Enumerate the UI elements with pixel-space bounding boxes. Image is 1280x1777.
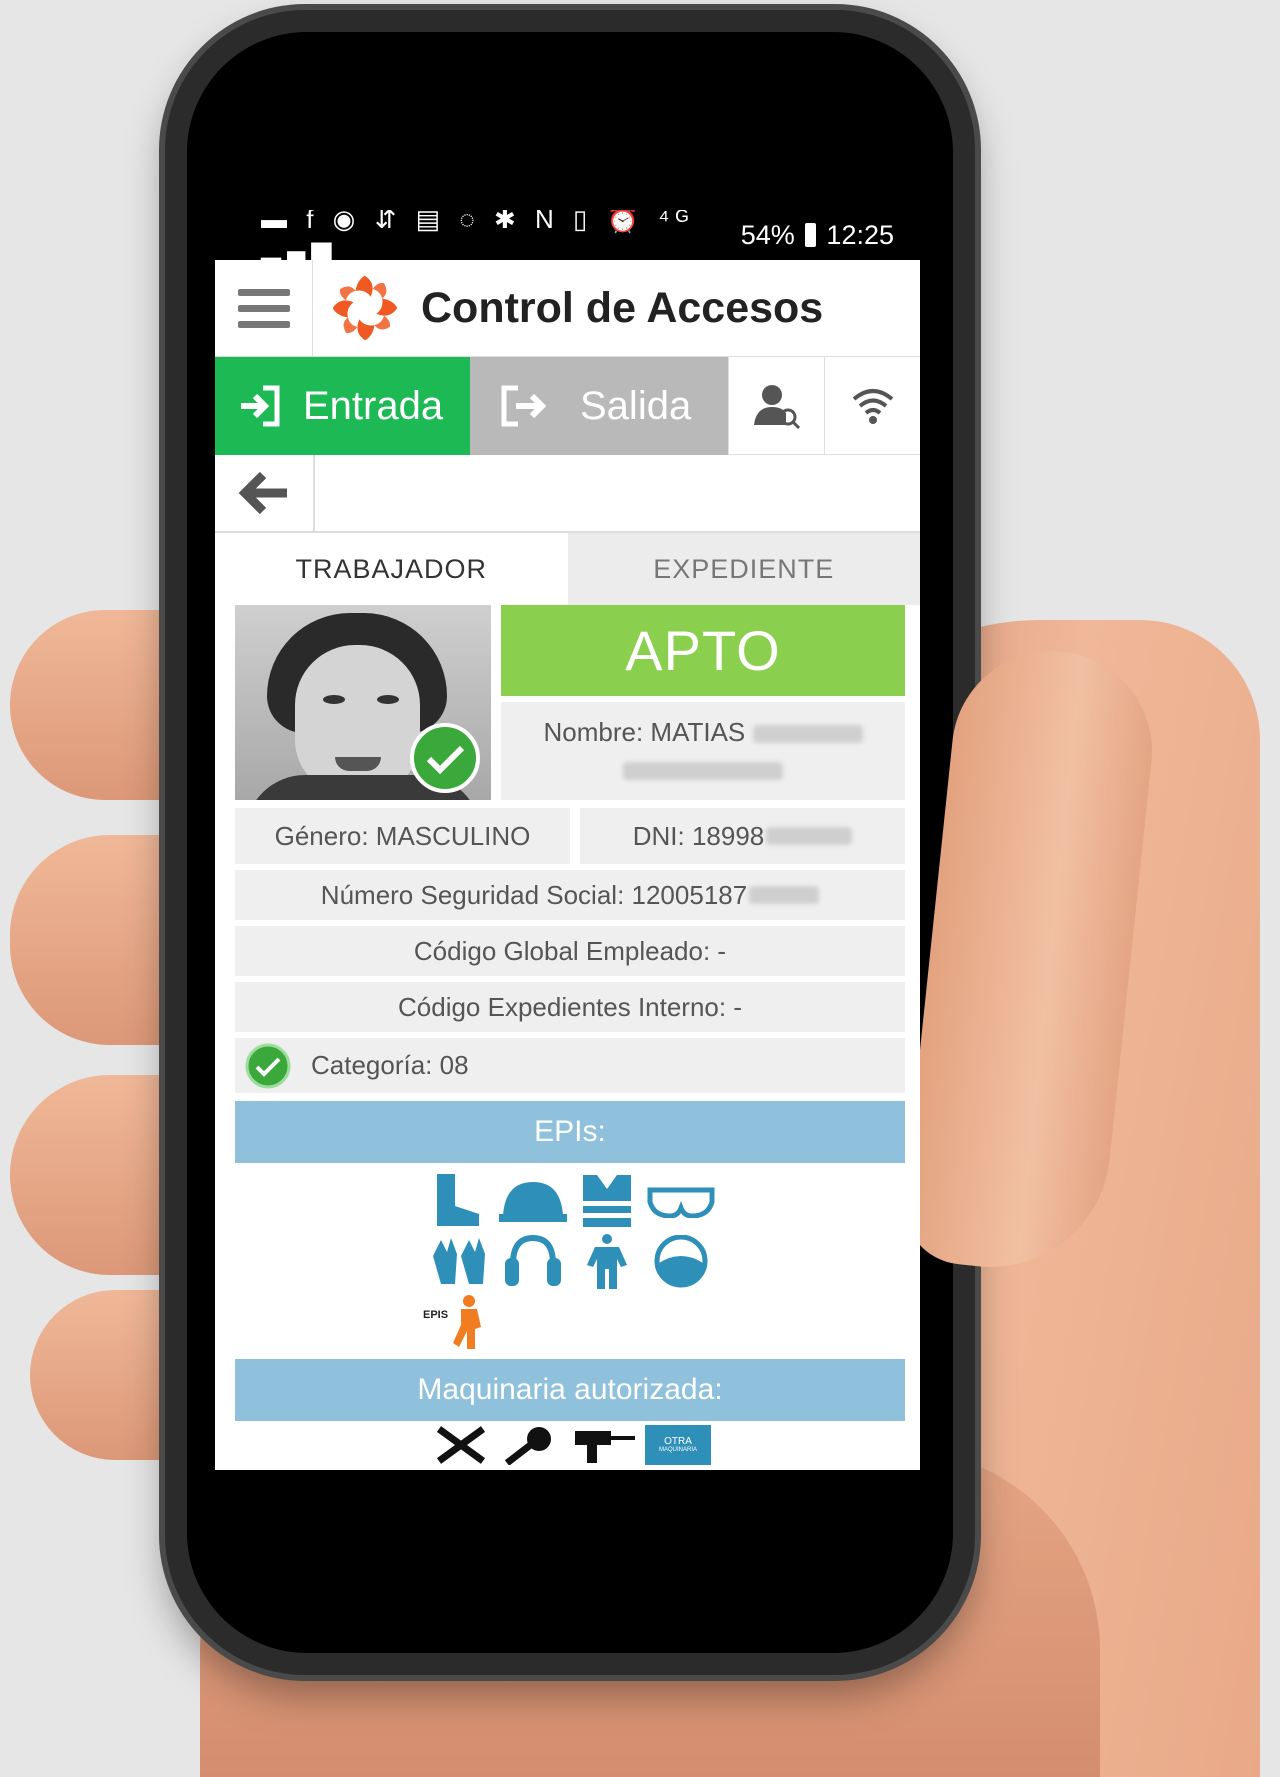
- search-worker-button[interactable]: [728, 357, 824, 455]
- epis-logo: EPIS: [423, 1293, 493, 1351]
- action-bar: Entrada Salida: [215, 357, 920, 455]
- salida-button[interactable]: Salida: [470, 357, 728, 455]
- wifi-button[interactable]: [824, 357, 920, 455]
- back-button[interactable]: [215, 455, 315, 531]
- user-search-icon: [753, 384, 800, 429]
- gender-value: Género: MASCULINO: [274, 820, 531, 851]
- internal-code-value: Código Expedientes Interno: -: [398, 991, 742, 1022]
- goggles-icon: [646, 1171, 716, 1229]
- redacted-surname: [752, 725, 863, 744]
- boots-icon: [424, 1171, 494, 1229]
- ear-protection-icon: [498, 1233, 568, 1291]
- global-code-value: Código Global Empleado: -: [413, 935, 727, 966]
- other-machinery-badge: OTRA MAQUINARIA: [645, 1425, 711, 1465]
- dni-field: DNI: 18998: [580, 808, 905, 864]
- worker-card: APTO Nombre: MATIAS Género: MASCULINO DN…: [215, 605, 920, 1465]
- arrow-left-icon: [238, 471, 287, 515]
- photo-face: [295, 645, 420, 795]
- entrada-label: Entrada: [303, 383, 444, 428]
- photo-eye: [323, 695, 345, 704]
- notification-icons: ▬ f ◉ ⇵ ▤ ◌ ✱ N ▯ ⏰ ⁴ᴳ ▂▄▆: [261, 210, 695, 265]
- login-icon: [241, 385, 280, 427]
- otra-label: OTRA: [664, 1436, 692, 1448]
- status-badge: APTO: [501, 605, 905, 696]
- worker-name: Nombre: MATIAS: [543, 717, 746, 747]
- helmet-icon: [498, 1171, 568, 1229]
- worker-summary: APTO Nombre: MATIAS: [501, 605, 905, 800]
- menu-line: [237, 288, 290, 296]
- social-security-field: Número Seguridad Social: 12005187: [235, 870, 905, 920]
- drill-icon: [573, 1425, 637, 1465]
- salida-label: Salida: [580, 383, 692, 428]
- gender-dni-row: Género: MASCULINO DNI: 18998: [235, 808, 905, 864]
- worker-photo: [235, 605, 491, 800]
- internal-code-field: Código Expedientes Interno: -: [235, 982, 905, 1032]
- vest-icon: [572, 1171, 642, 1229]
- battery-icon: [804, 223, 817, 247]
- navigation-row: [215, 455, 920, 533]
- clock: 12:25: [826, 219, 894, 250]
- category-value: Categoría: 08: [311, 1050, 469, 1080]
- epis-header: EPIs:: [235, 1101, 905, 1163]
- maquinaria-header: Maquinaria autorizada:: [235, 1359, 905, 1421]
- redacted-dni: [766, 827, 853, 845]
- verified-check-icon: [410, 723, 480, 793]
- worker-header: APTO Nombre: MATIAS: [235, 605, 905, 800]
- maquinaria-icons: OTRA MAQUINARIA: [235, 1421, 905, 1465]
- phone-screen: ▬ f ◉ ⇵ ▤ ◌ ✱ N ▯ ⏰ ⁴ᴳ ▂▄▆ 54% 12:25 Con…: [215, 210, 920, 1470]
- social-security-value: Número Seguridad Social: 12005187: [320, 879, 748, 910]
- coverall-icon: [572, 1233, 642, 1291]
- logout-icon: [501, 385, 546, 427]
- battery-level: 54%: [740, 219, 795, 250]
- category-field: Categoría: 08: [235, 1038, 905, 1093]
- dni-value: DNI: 18998: [632, 820, 765, 851]
- photo-mouth: [335, 757, 381, 771]
- redacted-surname: [623, 762, 783, 781]
- app-title: Control de Accesos: [421, 283, 824, 332]
- gloves-icon: [424, 1233, 494, 1291]
- worker-name-box: Nombre: MATIAS: [501, 702, 905, 800]
- menu-line: [237, 320, 290, 328]
- hamburger-menu-button[interactable]: [215, 259, 313, 357]
- tab-expediente[interactable]: EXPEDIENTE: [567, 533, 920, 605]
- tools-icon: [429, 1425, 493, 1465]
- company-logo-icon: [332, 275, 398, 341]
- tab-bar: TRABAJADOR EXPEDIENTE: [215, 533, 920, 605]
- entrada-button[interactable]: Entrada: [215, 357, 470, 455]
- app-bar: Control de Accesos: [215, 259, 920, 357]
- global-code-field: Código Global Empleado: -: [235, 926, 905, 976]
- tab-trabajador[interactable]: TRABAJADOR: [215, 533, 568, 605]
- menu-line: [237, 304, 290, 312]
- mask-icon: [646, 1233, 716, 1291]
- epis-logo-text: EPIS: [423, 1309, 449, 1321]
- grinder-icon: [501, 1425, 565, 1465]
- check-circle-icon: [245, 1043, 291, 1088]
- redacted-ss-number: [749, 886, 820, 904]
- otra-sub: MAQUINARIA: [658, 1447, 697, 1454]
- gender-field: Género: MASCULINO: [235, 808, 570, 864]
- worker-harness-icon: [453, 1295, 481, 1349]
- status-bar: ▬ f ◉ ⇵ ▤ ◌ ✱ N ▯ ⏰ ⁴ᴳ ▂▄▆ 54% 12:25: [215, 210, 920, 265]
- epis-icons: [235, 1163, 905, 1291]
- photo-eye: [377, 695, 399, 704]
- wifi-icon: [852, 388, 893, 424]
